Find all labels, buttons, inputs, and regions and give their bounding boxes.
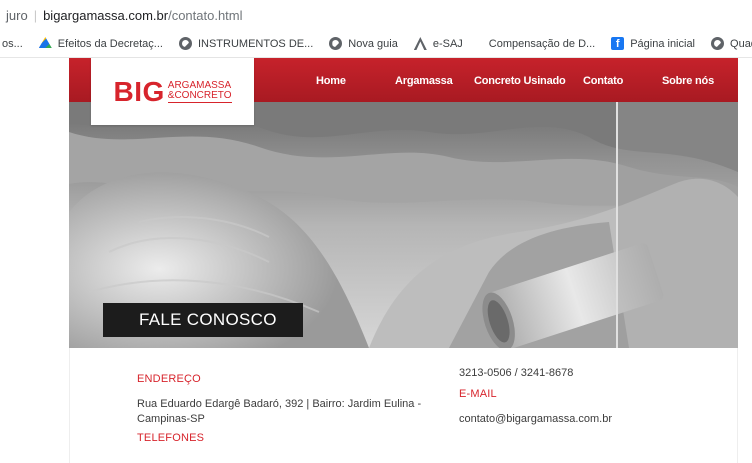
bookmark-label: e-SAJ (432, 37, 463, 50)
logo[interactable]: BIG ARGAMASSA &CONCRETO (91, 58, 254, 125)
contact-section: ENDEREÇO Rua Eduardo Edargê Badaró, 392 … (69, 348, 738, 463)
hero-title: FALE CONOSCO (103, 303, 303, 337)
bookmark-label: Quadro-comparativ... (730, 37, 752, 50)
globe-icon (178, 37, 192, 50)
address-value: Rua Eduardo Edargê Badaró, 392 | Bairro:… (137, 398, 422, 425)
bookmark-item[interactable]: os... (2, 38, 23, 50)
bookmark-label: os... (2, 37, 23, 50)
bookmark-item[interactable]: INSTRUMENTOS DE... (178, 37, 314, 50)
phones-label: TELEFONES (137, 432, 205, 444)
bookmark-item[interactable]: Compensação de D... (479, 38, 595, 50)
nav-concreto-usinado[interactable]: Concreto Usinado (474, 75, 566, 87)
nav-sobre-nos[interactable]: Sobre nós (662, 75, 714, 87)
logo-line1: ARGAMASSA (167, 79, 232, 91)
bookmark-label: Compensação de D... (488, 37, 596, 50)
esaj-icon (413, 37, 427, 50)
logo-line2: &CONCRETO (167, 89, 232, 101)
security-indicator[interactable]: juro (0, 8, 28, 23)
url-path[interactable]: /contato.html (168, 8, 242, 23)
bookmark-item[interactable]: f Página inicial (611, 37, 695, 50)
bookmark-item[interactable]: e-SAJ (413, 37, 463, 50)
facebook-icon: f (611, 37, 625, 50)
nav-argamassa[interactable]: Argamassa (395, 75, 453, 87)
bookmarks-bar: os... Efeitos da Decretaç... INSTRUMENTO… (0, 30, 752, 58)
globe-icon (711, 37, 725, 50)
bookmark-item[interactable]: Quadro-comparativ... (711, 37, 752, 50)
address-bar[interactable]: juro | bigargamassa.com.br/contato.html (0, 0, 752, 30)
bookmark-label: Nova guia (348, 37, 398, 50)
logo-mark: BIG ARGAMASSA &CONCRETO (113, 75, 232, 107)
bookmark-label: Efeitos da Decretaç... (57, 37, 163, 50)
email-label: E-MAIL (459, 388, 497, 400)
logo-big-text: BIG (113, 75, 165, 107)
nav-contato[interactable]: Contato (583, 75, 623, 87)
logo-underline (167, 101, 232, 103)
email-value[interactable]: contato@bigargamassa.com.br (459, 412, 612, 427)
bookmark-label: INSTRUMENTOS DE... (197, 37, 314, 50)
bookmark-label: Página inicial (630, 37, 696, 50)
address-separator: | (33, 7, 38, 23)
bookmark-item[interactable]: Nova guia (329, 37, 398, 50)
globe-icon (329, 37, 343, 50)
address-label: ENDEREÇO (137, 373, 201, 385)
google-drive-icon (38, 37, 52, 49)
logo-subtitle: ARGAMASSA &CONCRETO (167, 79, 232, 103)
phones-value: 3213-0506 / 3241-8678 (459, 367, 574, 379)
bookmark-item[interactable]: Efeitos da Decretaç... (38, 37, 163, 50)
nav-home[interactable]: Home (316, 75, 346, 87)
url-domain[interactable]: bigargamassa.com.br (43, 8, 168, 23)
